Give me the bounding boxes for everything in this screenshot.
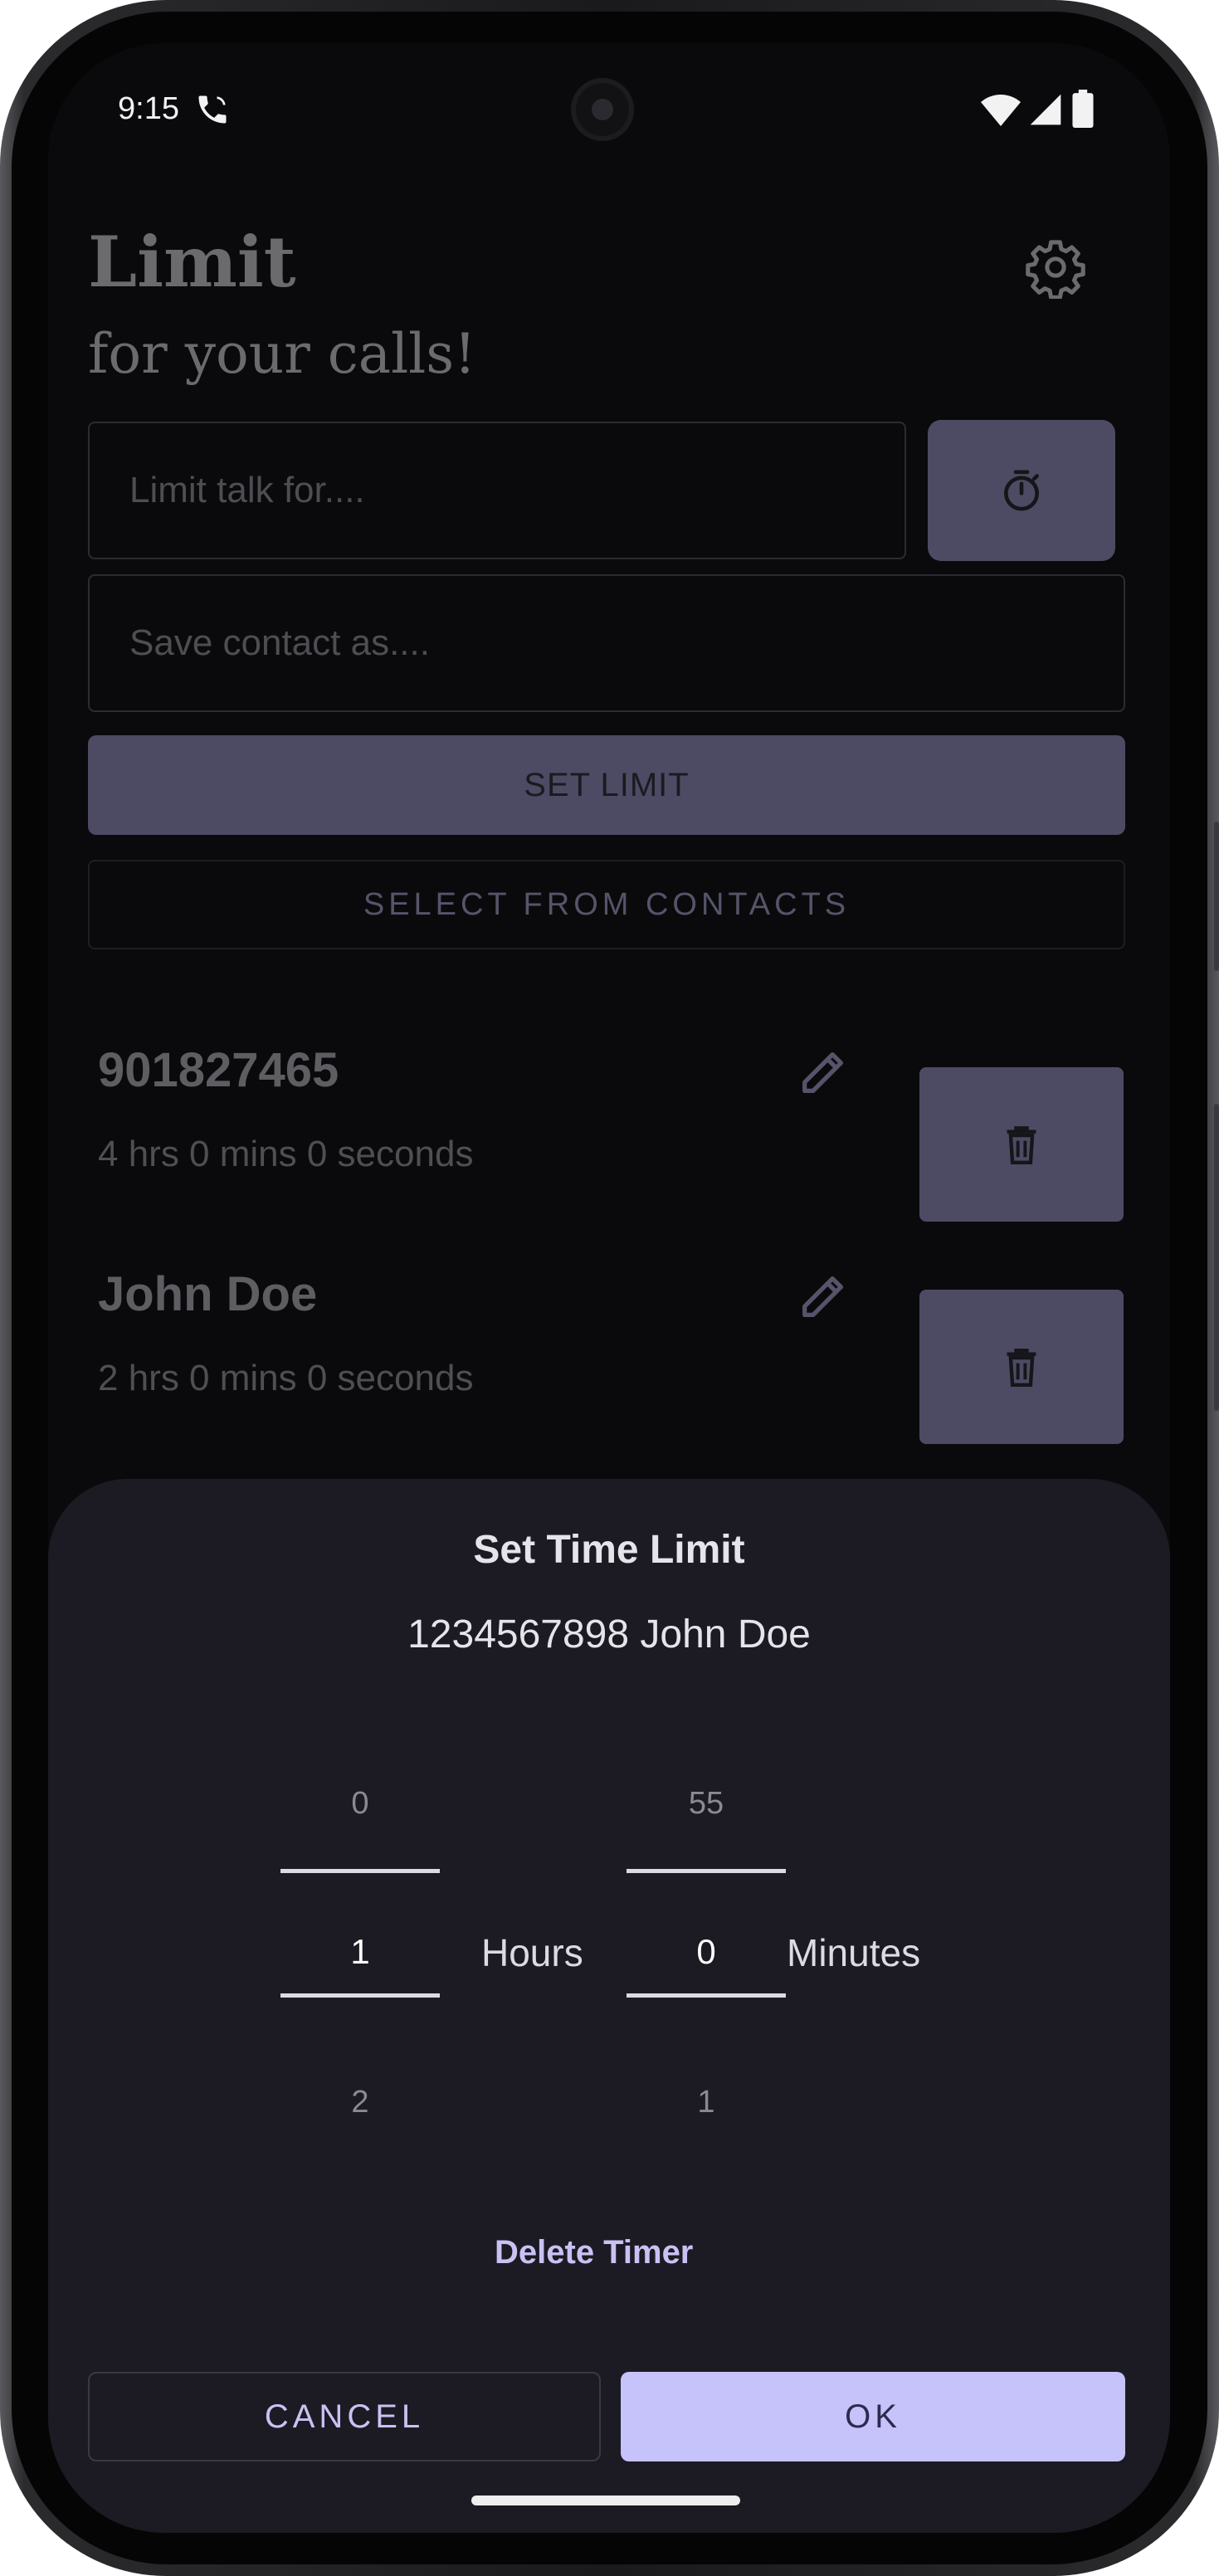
cancel-button[interactable]: CANCEL xyxy=(88,2372,601,2461)
limit-input-container xyxy=(88,422,906,559)
contact-row: 901827465 4 hrs 0 mins 0 seconds xyxy=(48,1022,1170,1222)
volume-button xyxy=(1214,1104,1219,1411)
contact-limit-text: 2 hrs 0 mins 0 seconds xyxy=(98,1358,474,1398)
contact-name: John Doe xyxy=(98,1267,318,1321)
minutes-selected-value[interactable]: 0 xyxy=(623,1932,789,1972)
hours-prev-value[interactable]: 0 xyxy=(277,1786,443,1822)
picker-divider xyxy=(280,1869,440,1873)
app-screen: 9:15 Limit for your calls! Limit talk fo… xyxy=(48,43,1170,2533)
ok-button[interactable]: OK xyxy=(621,2372,1125,2461)
power-button xyxy=(1214,822,1219,971)
contact-limit-text: 4 hrs 0 mins 0 seconds xyxy=(98,1134,474,1174)
signal-icon xyxy=(1027,91,1064,128)
picker-divider xyxy=(627,1993,786,1998)
set-time-limit-sheet: Set Time Limit 1234567898 John Doe 0 1 2… xyxy=(48,1479,1170,2533)
settings-icon[interactable] xyxy=(1024,236,1087,299)
delete-timer-link[interactable]: Delete Timer xyxy=(495,2234,693,2271)
contact-name-input[interactable] xyxy=(128,622,1124,665)
phone-frame: 9:15 Limit for your calls! Limit talk fo… xyxy=(0,0,1219,2576)
edit-pencil-icon[interactable] xyxy=(795,1042,853,1100)
trash-icon xyxy=(1003,1347,1040,1387)
status-time: 9:15 xyxy=(118,91,179,126)
hours-selected-value[interactable]: 1 xyxy=(277,1932,443,1972)
minutes-next-value[interactable]: 1 xyxy=(623,2085,789,2120)
wifi-call-icon xyxy=(194,91,231,128)
home-indicator[interactable] xyxy=(471,2496,740,2505)
edit-pencil-icon[interactable] xyxy=(795,1266,853,1325)
app-title: Limit xyxy=(88,221,296,303)
timer-picker-button[interactable] xyxy=(928,420,1115,561)
minutes-unit-label: Minutes xyxy=(787,1931,921,1974)
minutes-picker[interactable]: 55 0 1 xyxy=(623,1786,789,2120)
sheet-title: Set Time Limit xyxy=(473,1528,745,1572)
contact-input-container xyxy=(88,574,1125,712)
picker-divider xyxy=(627,1869,786,1873)
hours-next-value[interactable]: 2 xyxy=(277,2085,443,2120)
timer-icon xyxy=(998,467,1045,514)
contact-name: 901827465 xyxy=(98,1043,339,1097)
limit-input[interactable] xyxy=(128,469,904,512)
set-limit-button[interactable]: SET LIMIT xyxy=(88,735,1125,835)
status-bar: 9:15 xyxy=(118,91,179,127)
minutes-prev-value[interactable]: 55 xyxy=(623,1786,789,1822)
sheet-contact-info: 1234567898 John Doe xyxy=(407,1612,811,1656)
app-subtitle: for your calls! xyxy=(88,322,476,386)
wifi-icon xyxy=(981,91,1021,128)
hours-unit-label: Hours xyxy=(481,1931,583,1974)
battery-icon xyxy=(1072,90,1094,128)
picker-divider xyxy=(280,1993,440,1998)
select-from-contacts-button[interactable]: SELECT FROM CONTACTS xyxy=(88,860,1125,949)
hours-picker[interactable]: 0 1 2 xyxy=(277,1786,443,2120)
trash-icon xyxy=(1003,1125,1040,1164)
delete-contact-button[interactable] xyxy=(919,1290,1124,1444)
contact-row: John Doe 2 hrs 0 mins 0 seconds xyxy=(48,1247,1170,1444)
front-camera xyxy=(571,78,634,141)
delete-contact-button[interactable] xyxy=(919,1067,1124,1222)
